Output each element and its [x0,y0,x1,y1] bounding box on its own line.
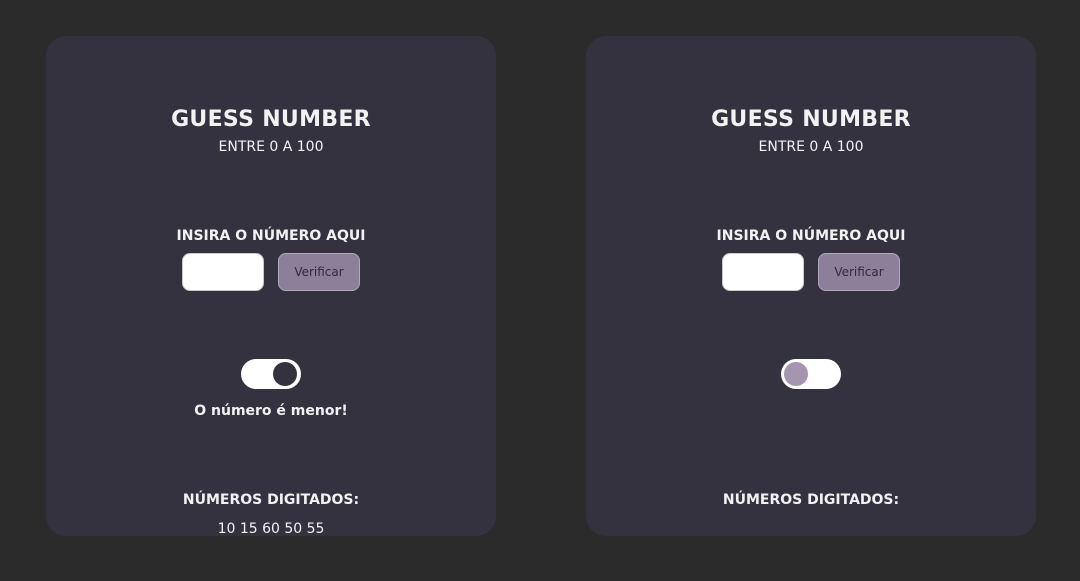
theme-toggle[interactable] [241,359,301,389]
hint-message: O número é menor! [194,403,348,419]
verify-button[interactable]: Verificar [278,253,360,291]
game-title: GUESS NUMBER [171,107,371,132]
game-range-subtitle: ENTRE 0 A 100 [758,139,864,155]
history-values: 10 15 60 50 55 [217,521,325,537]
guess-input[interactable] [722,253,804,291]
game-card-right: GUESS NUMBER ENTRE 0 A 100 INSIRA O NÚME… [586,36,1036,536]
guess-input-label: INSIRA O NÚMERO AQUI [716,228,906,244]
guess-input-label: INSIRA O NÚMERO AQUI [176,228,366,244]
toggle-knob [273,362,297,386]
toggle-knob [784,362,808,386]
theme-toggle[interactable] [781,359,841,389]
verify-button[interactable]: Verificar [818,253,900,291]
history-label: NÚMEROS DIGITADOS: [182,492,360,508]
game-range-subtitle: ENTRE 0 A 100 [218,139,324,155]
guess-input[interactable] [182,253,264,291]
game-card-left: GUESS NUMBER ENTRE 0 A 100 INSIRA O NÚME… [46,36,496,537]
history-label: NÚMEROS DIGITADOS: [722,492,900,508]
game-title: GUESS NUMBER [711,107,911,132]
